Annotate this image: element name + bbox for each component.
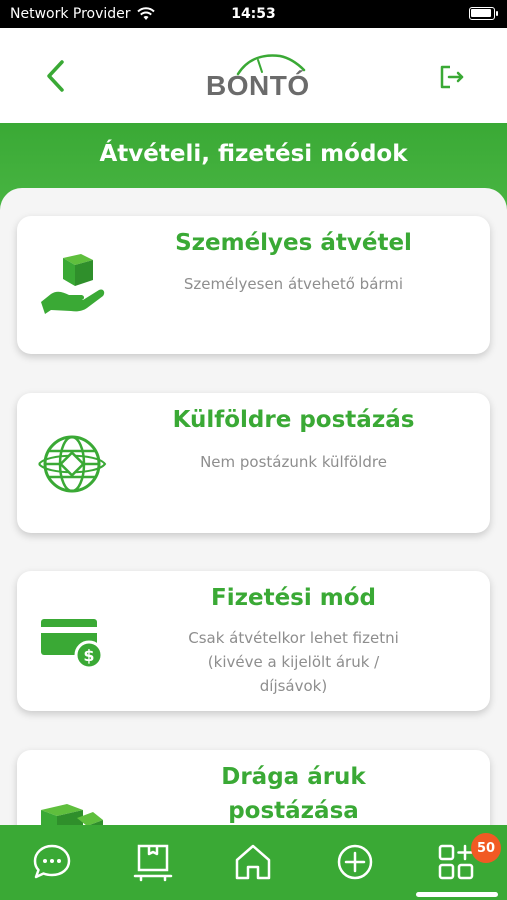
card-title-line: Drága áruk <box>221 764 366 790</box>
chevron-left-icon <box>47 60 64 92</box>
content-area: Személyes átvétel Személyesen átvehető b… <box>0 188 507 828</box>
card-description: Nem postázunk külföldre <box>200 453 387 471</box>
back-button[interactable] <box>38 56 72 96</box>
card-foreign-shipping[interactable]: Külföldre postázás Nem postázunk külföld… <box>17 393 490 533</box>
home-indicator <box>416 892 498 897</box>
card-description: Személyesen átvehető bármi <box>183 275 404 293</box>
app-logo: BONTÓ <box>200 50 310 102</box>
notification-badge: 50 <box>471 833 501 863</box>
credit-card-icon: $ <box>37 607 107 677</box>
card-title: Külföldre postázás <box>172 407 415 433</box>
boxes-icon <box>37 794 107 828</box>
card-description-line: (kivéve a kijelölt áruk / <box>207 653 380 671</box>
hand-box-icon <box>37 250 107 320</box>
card-title: Drága áruk postázása <box>117 760 470 828</box>
nav-add[interactable] <box>330 837 380 887</box>
card-payment-method[interactable]: $ Fizetési mód Csak átvételkor lehet fiz… <box>17 571 490 711</box>
card-title-line: postázása <box>228 798 359 824</box>
package-icon <box>133 844 173 882</box>
app-header: BONTÓ <box>0 28 507 123</box>
home-icon <box>235 844 271 880</box>
card-personal-pickup[interactable]: Személyes átvétel Személyesen átvehető b… <box>17 216 490 354</box>
status-bar: Network Provider 14:53 <box>0 0 507 28</box>
nav-orders[interactable] <box>128 837 178 887</box>
nav-chat[interactable] <box>27 837 77 887</box>
status-time: 14:53 <box>231 6 276 22</box>
globe-icon <box>37 429 107 499</box>
svg-text:$: $ <box>83 646 94 665</box>
chat-icon <box>33 844 71 879</box>
card-description-line: díjsávok) <box>259 677 328 695</box>
logout-button[interactable] <box>435 60 469 94</box>
card-description: Csak átvételkor lehet fizetni (kivéve a … <box>117 626 470 698</box>
add-icon <box>337 844 373 880</box>
logout-icon <box>440 65 464 89</box>
card-description-line: Csak átvételkor lehet fizetni <box>188 629 399 647</box>
card-title: Személyes átvétel <box>175 230 412 256</box>
nav-home[interactable] <box>228 837 278 887</box>
page-title: Átvételi, fizetési módok <box>99 141 408 167</box>
card-title: Fizetési mód <box>211 585 376 611</box>
card-expensive-shipping[interactable]: Drága áruk postázása <box>17 750 490 828</box>
bottom-navigation: 50 <box>0 825 507 900</box>
battery-icon <box>469 7 498 20</box>
logo-text: BONTÓ <box>206 70 310 101</box>
